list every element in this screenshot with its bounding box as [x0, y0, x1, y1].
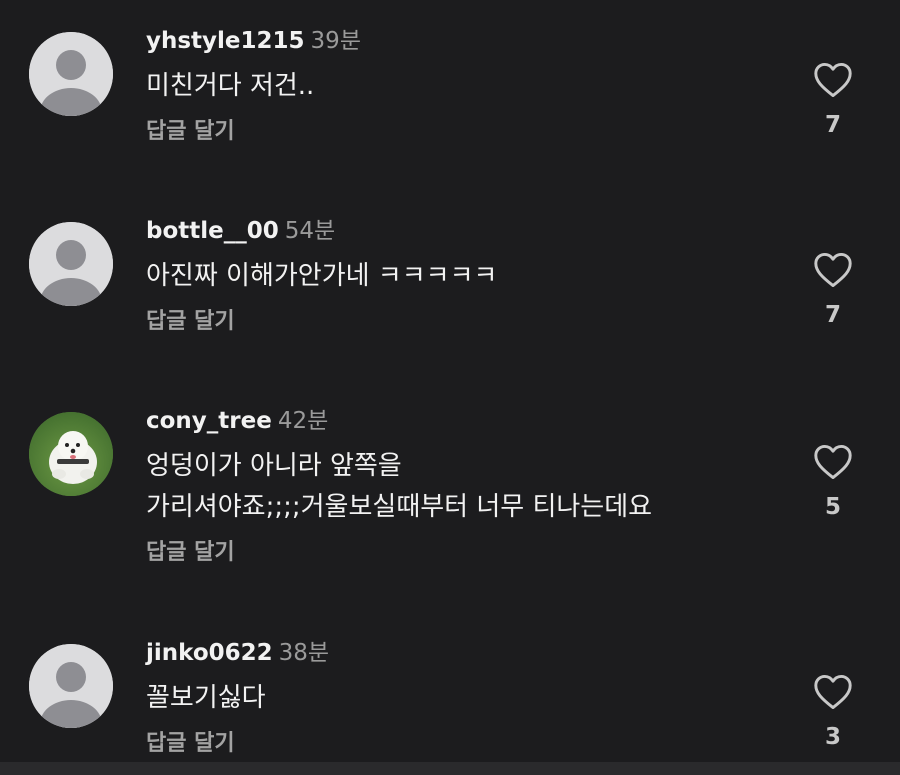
username[interactable]: yhstyle1215: [146, 28, 305, 54]
timestamp: 54분: [284, 218, 336, 244]
avatar[interactable]: [29, 644, 113, 728]
heart-outline-icon: [814, 674, 852, 710]
like-button[interactable]: 7: [810, 62, 856, 140]
like-count: 7: [824, 112, 841, 138]
reply-button[interactable]: 답글 달기: [146, 538, 780, 568]
like-button[interactable]: 5: [810, 444, 856, 522]
comment-meta: bottle__00 54분: [146, 214, 780, 248]
dog-photo-icon: [29, 412, 113, 496]
timestamp: 38분: [278, 640, 330, 666]
avatar[interactable]: [29, 222, 113, 306]
default-avatar-icon: [29, 32, 113, 116]
comment-content: yhstyle1215 39분 미친거다 저건.. 답글 달기: [146, 24, 780, 147]
bottom-bar: [0, 762, 900, 775]
heart-outline-icon: [814, 444, 852, 480]
comment-text-line: 아진짜 이해가안가네 ㅋㅋㅋㅋㅋ: [146, 261, 498, 291]
timestamp: 39분: [310, 28, 361, 54]
comment-text-line: 꼴보기싫다: [146, 683, 266, 713]
comment-text: 미친거다 저건..: [146, 66, 780, 107]
like-count: 5: [824, 494, 841, 520]
comment-text-line: 가리셔야죠;;;;거울보실때부터 너무 티나는데요: [146, 492, 653, 522]
default-avatar-icon: [29, 644, 113, 728]
like-button[interactable]: 7: [810, 252, 856, 330]
comment-text-line: 엉덩이가 아니라 앞쪽을: [146, 451, 402, 481]
username[interactable]: bottle__00: [146, 218, 279, 244]
reply-button[interactable]: 답글 달기: [146, 117, 780, 147]
comment-content: jinko0622 38분 꼴보기싫다 답글 달기: [146, 636, 780, 759]
heart-outline-icon: [814, 252, 852, 288]
username[interactable]: cony_tree: [146, 408, 272, 434]
comment-text: 아진짜 이해가안가네 ㅋㅋㅋㅋㅋ: [146, 256, 780, 297]
comment-list: yhstyle1215 39분 미친거다 저건.. 답글 달기 7 bottle_: [0, 0, 900, 775]
comment-meta: jinko0622 38분: [146, 636, 780, 670]
comment-text: 엉덩이가 아니라 앞쪽을 가리셔야죠;;;;거울보실때부터 너무 티나는데요: [146, 446, 780, 528]
reply-button[interactable]: 답글 달기: [146, 307, 780, 337]
like-count: 3: [824, 724, 841, 750]
timestamp: 42분: [277, 408, 329, 434]
default-avatar-icon: [29, 222, 113, 306]
heart-outline-icon: [814, 62, 852, 98]
avatar[interactable]: [29, 412, 113, 496]
comment-content: cony_tree 42분 엉덩이가 아니라 앞쪽을 가리셔야죠;;;;거울보실때…: [146, 404, 780, 568]
comment-meta: yhstyle1215 39분: [146, 24, 780, 58]
reply-button[interactable]: 답글 달기: [146, 729, 780, 759]
comment-meta: cony_tree 42분: [146, 404, 780, 438]
like-button[interactable]: 3: [810, 674, 856, 752]
comment-content: bottle__00 54분 아진짜 이해가안가네 ㅋㅋㅋㅋㅋ 답글 달기: [146, 214, 780, 337]
avatar[interactable]: [29, 32, 113, 116]
comment-text-line: 미친거다 저건..: [146, 71, 315, 101]
like-count: 7: [824, 302, 841, 328]
comment-text: 꼴보기싫다: [146, 678, 780, 719]
username[interactable]: jinko0622: [146, 640, 273, 666]
